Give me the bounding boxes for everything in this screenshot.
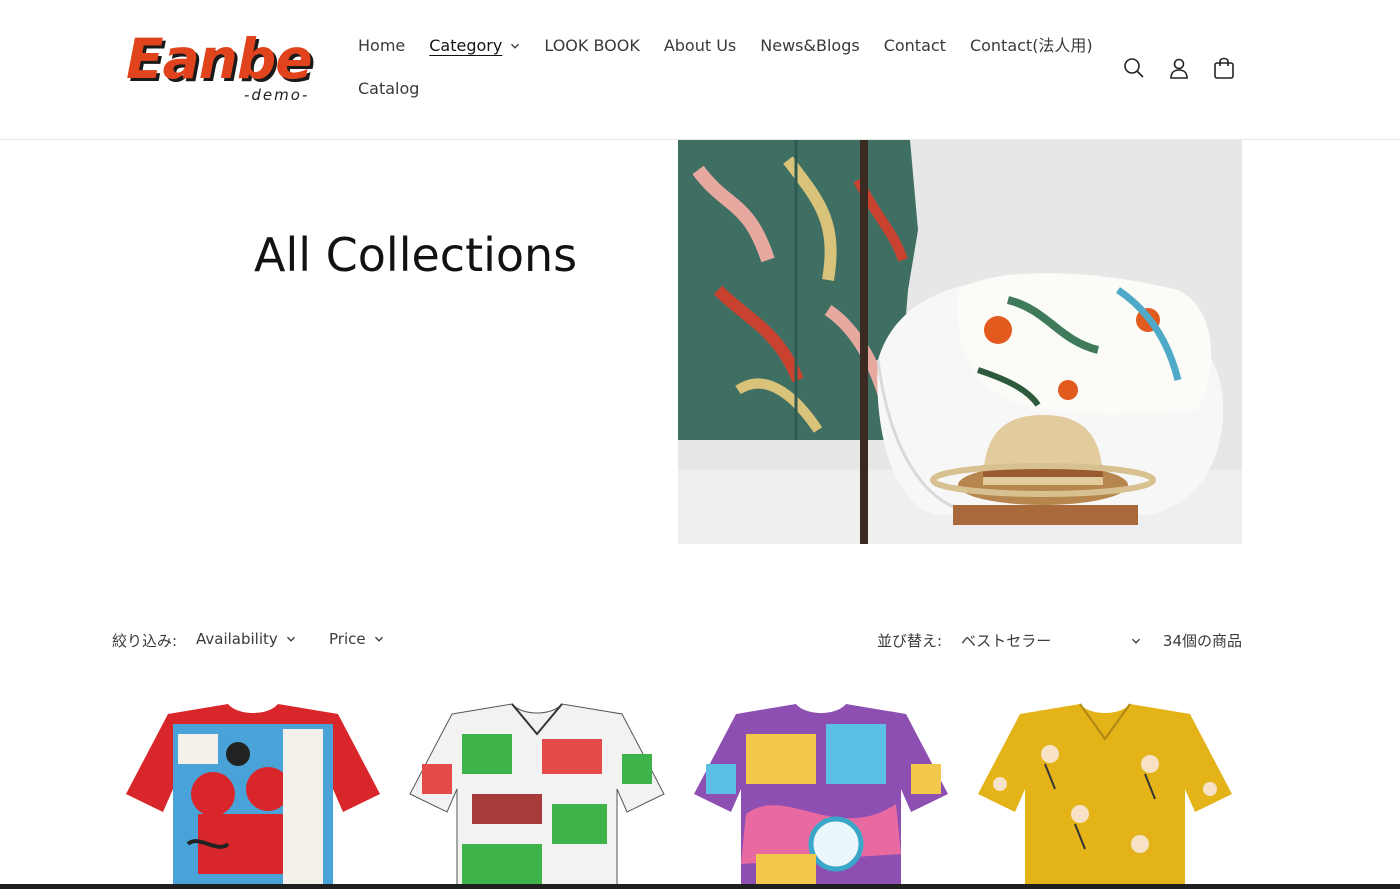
nav-category-label: Category (429, 36, 503, 55)
product-image-1 (126, 704, 380, 889)
logo-tagline: -demo- (244, 86, 310, 104)
header-icons (1114, 48, 1249, 88)
chevron-down-icon (374, 636, 383, 642)
nav-look-book[interactable]: LOOK BOOK (532, 26, 651, 66)
site-logo[interactable]: Eanbe -demo- (126, 27, 313, 110)
nav-look-book-label: LOOK BOOK (544, 36, 640, 55)
sort-label: 並び替え: (877, 632, 943, 650)
nav-contact-business[interactable]: Contact(法人用) (958, 26, 1105, 66)
nav-row-2: Catalog (346, 69, 1086, 109)
nav-contact-label: Contact (883, 36, 946, 55)
product-count: 34個の商品 (1162, 632, 1242, 650)
nav-contact[interactable]: Contact (872, 26, 958, 66)
nav-catalog-label: Catalog (358, 79, 420, 98)
viewport-bottom-bar (0, 884, 1400, 889)
logo-wordmark: Eanbe (126, 27, 313, 91)
hero-photo (678, 140, 1242, 544)
availability-filter[interactable]: Availability (196, 630, 296, 648)
product-card-1[interactable] (118, 694, 388, 889)
site-header: Eanbe -demo- Home Category LOOK BOOK Abo… (0, 0, 1400, 140)
nav-about-us[interactable]: About Us (652, 26, 748, 66)
cart-icon (1214, 57, 1234, 79)
filter-bar: 絞り込み: Availability Price 並び替え: ベストセラー 34… (112, 626, 1242, 654)
product-image-4 (978, 703, 1232, 889)
price-filter-label: Price (329, 630, 366, 648)
price-filter[interactable]: Price (329, 630, 384, 648)
product-card-4[interactable] (970, 694, 1240, 889)
sort-value: ベストセラー (961, 632, 1052, 650)
chevron-down-icon (1132, 638, 1140, 644)
cart-button[interactable] (1204, 48, 1244, 88)
nav-about-us-label: About Us (663, 36, 737, 55)
nav-news-blogs[interactable]: News&Blogs (748, 26, 871, 66)
search-button[interactable] (1114, 48, 1154, 88)
sort-select[interactable]: ベストセラー (961, 630, 1141, 651)
account-button[interactable] (1159, 48, 1199, 88)
chevron-down-icon (286, 636, 295, 642)
product-card-3[interactable] (686, 694, 956, 889)
filter-label: 絞り込み: (112, 632, 178, 650)
search-icon (1124, 58, 1144, 78)
account-icon (1170, 58, 1188, 79)
product-card-2[interactable] (402, 694, 672, 889)
main-nav: Home Category LOOK BOOK About Us News&Bl… (346, 26, 1093, 109)
nav-contact-business-label: Contact(法人用) (969, 36, 1093, 55)
collection-hero-image (678, 140, 1242, 544)
product-image-3 (694, 704, 948, 889)
nav-news-blogs-label: News&Blogs (760, 36, 860, 55)
nav-catalog[interactable]: Catalog (346, 69, 431, 109)
availability-filter-label: Availability (196, 630, 278, 648)
nav-category[interactable]: Category (417, 26, 532, 66)
nav-home-label: Home (358, 36, 406, 55)
nav-row-1: Home Category LOOK BOOK About Us News&Bl… (346, 26, 1093, 66)
page-title: All Collections (254, 228, 578, 282)
product-image-2 (409, 703, 665, 889)
chevron-down-icon (511, 43, 520, 49)
nav-home[interactable]: Home (346, 26, 417, 66)
